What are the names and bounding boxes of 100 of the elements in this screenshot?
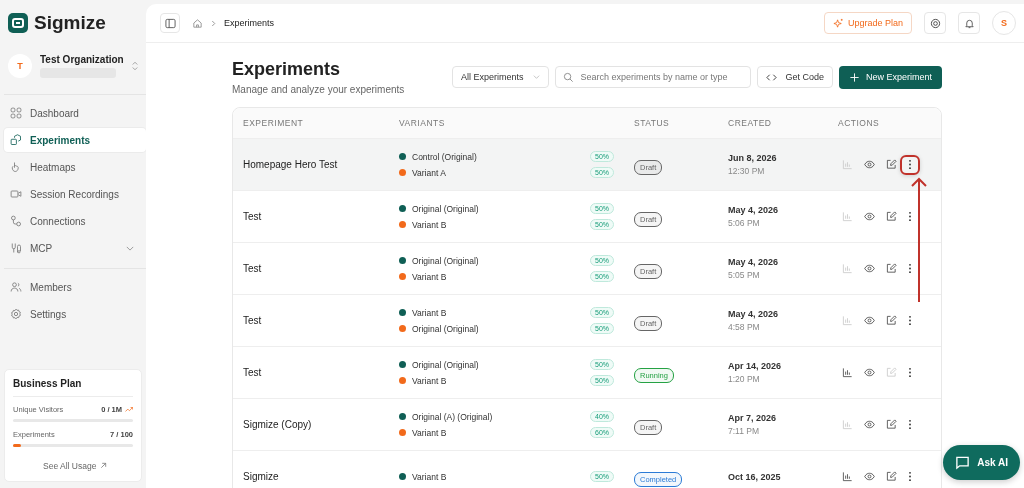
edit-icon[interactable] — [886, 471, 897, 482]
created-time: 1:20 PM — [728, 374, 761, 384]
edit-icon[interactable] — [886, 315, 897, 326]
search-field[interactable]: Search experiments by name or type — [555, 66, 752, 88]
plan-title: Business Plan — [13, 378, 133, 397]
experiment-name: Sigmize — [242, 471, 280, 482]
edit-icon[interactable] — [886, 211, 897, 222]
variant-name: Control (Original) — [412, 151, 478, 162]
view-icon[interactable] — [864, 263, 875, 274]
nav-item[interactable]: Experiments — [4, 128, 146, 152]
variant-name: Original (A) (Original) — [412, 411, 494, 422]
variant-name: Original (Original) — [412, 359, 480, 370]
switch-icon[interactable] — [132, 61, 138, 71]
logo-icon — [8, 13, 28, 33]
caret-icon — [533, 75, 541, 79]
nav-item[interactable]: Settings — [4, 302, 146, 326]
variant-name: Variant A — [412, 167, 447, 178]
more-icon[interactable] — [908, 159, 912, 170]
variant-name: Variant B — [412, 307, 448, 318]
org-avatar: T — [8, 54, 32, 78]
view-icon[interactable] — [864, 471, 875, 482]
variant-name: Original (Original) — [412, 203, 480, 214]
created-date: May 4, 2026 — [728, 257, 780, 267]
chat-icon — [955, 455, 971, 470]
column-header: ACTIONS — [837, 118, 881, 128]
created-date: Oct 16, 2025 — [728, 471, 782, 482]
variant-name: Variant B — [412, 427, 448, 438]
grid-icon — [10, 107, 22, 119]
external-link-icon[interactable] — [100, 462, 108, 469]
org-name[interactable]: Test Organization — [40, 54, 124, 65]
experiment-name: Test — [242, 263, 263, 274]
variant-name: Variant B — [412, 271, 448, 282]
nodes-icon — [10, 215, 22, 227]
column-header: VARIANTS — [398, 118, 446, 128]
bell-icon — [963, 17, 975, 29]
view-icon[interactable] — [864, 159, 875, 170]
variant-name: Variant B — [412, 375, 448, 386]
chart-icon[interactable] — [842, 367, 853, 378]
more-icon[interactable] — [908, 263, 912, 274]
created-date: Apr 14, 2026 — [728, 361, 783, 371]
view-icon[interactable] — [864, 315, 875, 326]
nav-item[interactable]: MCP — [4, 236, 146, 260]
view-icon[interactable] — [864, 367, 875, 378]
users-icon — [10, 281, 22, 293]
nav-item[interactable]: Members — [4, 275, 146, 299]
variant-name: Variant B — [412, 219, 448, 230]
edit-icon[interactable] — [886, 159, 897, 170]
page-subtitle: Manage and analyze your experiments — [232, 84, 405, 95]
created-time: 5:06 PM — [728, 218, 761, 228]
created-time: 12:30 PM — [728, 166, 766, 176]
chart-icon[interactable] — [842, 471, 853, 482]
variant-name: Variant B — [412, 471, 448, 482]
created-date: May 4, 2026 — [728, 205, 780, 215]
breadcrumb-current: Experiments — [224, 18, 275, 28]
more-icon[interactable] — [908, 211, 912, 222]
edit-icon[interactable] — [886, 419, 897, 430]
nav-item[interactable]: Dashboard — [4, 101, 146, 125]
help-button[interactable] — [924, 12, 946, 34]
view-icon[interactable] — [864, 211, 875, 222]
nav-item[interactable]: Connections — [4, 209, 146, 233]
created-time: 5:05 PM — [728, 270, 761, 280]
edit-icon[interactable] — [886, 263, 897, 274]
column-header: CREATED — [727, 118, 773, 128]
view-icon[interactable] — [864, 419, 875, 430]
sidebar-toggle-button[interactable] — [160, 13, 180, 33]
more-icon[interactable] — [908, 419, 912, 430]
help-icon — [929, 17, 941, 29]
cube-icon — [10, 134, 22, 146]
panel-icon — [164, 17, 176, 29]
more-icon[interactable] — [908, 471, 912, 482]
experiment-name: Test — [242, 315, 263, 326]
sparkle-icon — [832, 17, 844, 29]
more-icon[interactable] — [908, 315, 912, 326]
new-experiment-button[interactable]: New Experiment — [838, 65, 942, 89]
experiment-name: Test — [242, 211, 263, 222]
get-code-button[interactable]: Get Code — [757, 66, 833, 88]
brand-name: Sigmize — [34, 12, 106, 34]
created-date: Jun 8, 2026 — [728, 153, 778, 163]
search-icon — [563, 71, 575, 83]
notifications-button[interactable] — [958, 12, 980, 34]
created-time: 4:58 PM — [728, 322, 761, 332]
column-header: EXPERIMENT — [242, 118, 305, 128]
plus-icon — [848, 71, 860, 83]
variant-name: Original (Original) — [412, 255, 480, 266]
more-icon[interactable] — [908, 367, 912, 378]
created-date: Apr 7, 2026 — [728, 413, 778, 423]
created-date: May 4, 2026 — [728, 309, 780, 319]
hand-icon — [10, 161, 22, 173]
nav-item[interactable]: Heatmaps — [4, 155, 146, 179]
filter-dropdown[interactable]: All Experiments — [451, 66, 550, 88]
home-icon[interactable] — [192, 17, 203, 29]
breadcrumb-chevron-icon — [211, 19, 216, 27]
see-usage-link[interactable]: See All Usage — [43, 461, 97, 471]
experiment-name: Sigmize (Copy) — [242, 419, 313, 430]
ask-ai-button[interactable]: Ask AI — [943, 445, 1020, 480]
experiment-name: Test — [242, 367, 263, 378]
experiment-name: Homepage Hero Test — [242, 159, 339, 170]
nav-item[interactable]: Session Recordings — [4, 182, 146, 206]
variant-name: Original (Original) — [412, 323, 480, 334]
video-icon — [10, 188, 22, 200]
